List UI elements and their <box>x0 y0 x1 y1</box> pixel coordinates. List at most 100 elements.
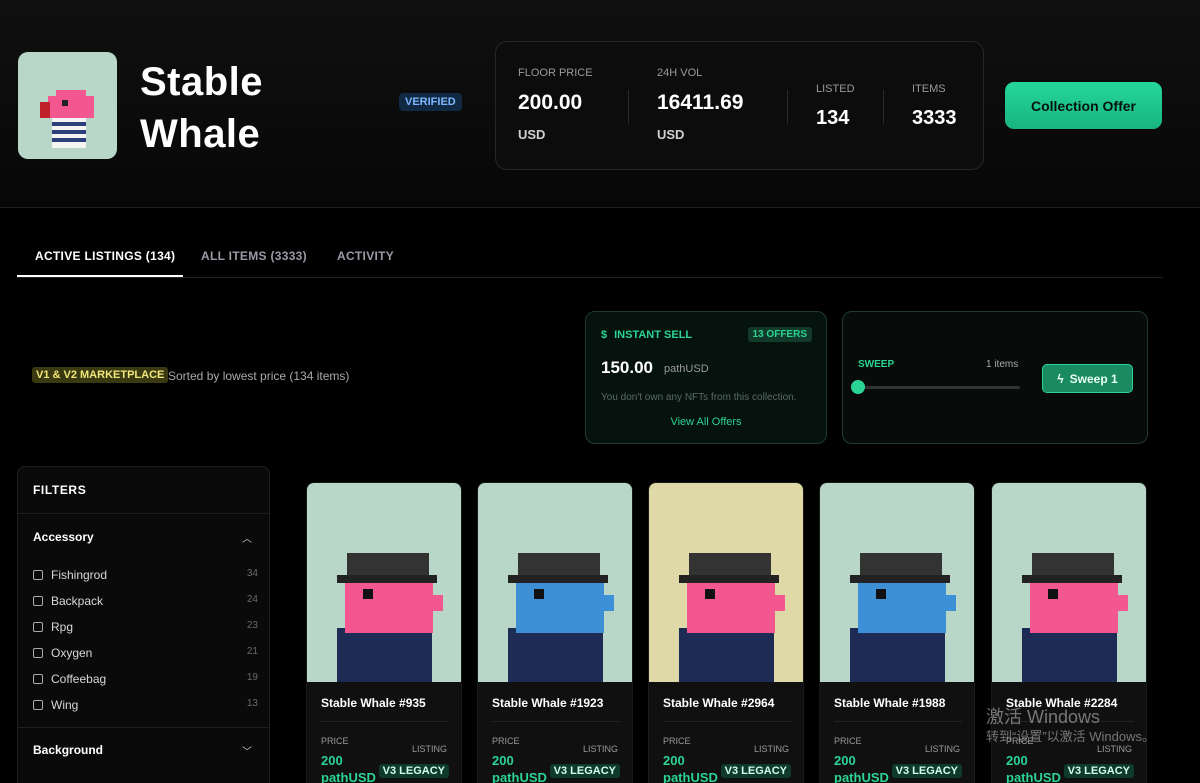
sweep-button[interactable]: ϟ Sweep 1 <box>1042 364 1133 393</box>
filter-option-count: 34 <box>246 568 258 579</box>
nft-card[interactable]: Stable Whale #1988 PRICE LISTING 200 pathUSD… <box>819 482 975 783</box>
art-whale-eye <box>1048 589 1058 599</box>
listed-stat: LISTED 134 <box>816 83 855 130</box>
collection-header: Stable Whale VERIFIED FLOOR PRICE 200.00… <box>0 0 1200 208</box>
volume-unit: USD <box>657 127 685 142</box>
checkbox[interactable] <box>33 622 43 632</box>
filter-option-fishingrod[interactable]: Fishingrod 34 <box>33 567 258 585</box>
art-hat-brim <box>337 575 437 583</box>
sweep-slider-handle[interactable] <box>851 380 865 394</box>
nft-image[interactable] <box>478 483 632 682</box>
art-outfit <box>1022 628 1117 682</box>
tab-activity[interactable]: ACTIVITY <box>337 249 394 263</box>
filter-option-count: 21 <box>246 646 258 657</box>
filter-option-label: Wing <box>51 698 79 712</box>
stats-panel: FLOOR PRICE 200.00 USD 24H VOL 16411.69 … <box>495 41 984 170</box>
divider <box>18 513 269 514</box>
filter-option-label: Backpack <box>51 594 104 608</box>
divider <box>321 721 449 722</box>
nft-currency: pathUSD <box>492 770 547 783</box>
filter-option-label: Fishingrod <box>51 568 108 582</box>
tab-active-listings[interactable]: ACTIVE LISTINGS (134) <box>35 249 175 263</box>
checkbox[interactable] <box>33 596 43 606</box>
listing-label: LISTING <box>924 744 960 754</box>
checkbox[interactable] <box>33 674 43 684</box>
nft-image[interactable] <box>820 483 974 682</box>
nft-price: 200 <box>834 753 856 768</box>
filter-option-oxygen[interactable]: Oxygen 21 <box>33 645 258 663</box>
nft-card[interactable]: Stable Whale #1923 PRICE LISTING 200 pathUSD… <box>477 482 633 783</box>
whale-avatar-image <box>40 90 94 148</box>
volume-label: 24H VOL <box>657 67 703 79</box>
stat-divider <box>628 90 629 124</box>
art-whale-body <box>1030 575 1118 633</box>
filter-section-accessory[interactable]: Accessory <box>33 530 94 544</box>
divider <box>663 721 791 722</box>
listing-type-badge: V3 LEGACY <box>549 764 620 778</box>
price-label: PRICE <box>321 736 349 746</box>
filter-option-backpack[interactable]: Backpack 24 <box>33 593 258 611</box>
price-label: PRICE <box>663 736 691 746</box>
title-line-1: Stable <box>140 60 264 104</box>
nft-card[interactable]: Stable Whale #935 PRICE LISTING 200 pathUSD V… <box>306 482 462 783</box>
stat-divider <box>787 90 788 124</box>
collection-offer-button[interactable]: Collection Offer <box>1005 82 1162 129</box>
checkbox[interactable] <box>33 648 43 658</box>
filter-option-rpg[interactable]: Rpg 23 <box>33 619 258 637</box>
instant-sell-unit: pathUSD <box>664 363 709 375</box>
nft-image[interactable] <box>992 483 1146 682</box>
nft-currency: pathUSD <box>834 770 889 783</box>
art-hat-brim <box>679 575 779 583</box>
listing-label: LISTING <box>582 744 618 754</box>
nft-card[interactable]: Stable Whale #2964 PRICE LISTING 200 pathUSD… <box>648 482 804 783</box>
floor-price-value: 200.00 <box>518 91 583 114</box>
nft-image[interactable] <box>307 483 461 682</box>
collection-avatar <box>18 52 117 159</box>
nft-price: 200 <box>492 753 514 768</box>
verified-badge: VERIFIED <box>399 93 462 111</box>
chevron-down-icon[interactable]: ﹀ <box>242 743 252 758</box>
view-all-offers-link[interactable]: View All Offers <box>586 416 826 428</box>
checkbox[interactable] <box>33 700 43 710</box>
art-whale-body <box>687 575 775 633</box>
price-label: PRICE <box>492 736 520 746</box>
instant-sell-price: 150.00 <box>601 358 653 377</box>
marketplace-tag: V1 & V2 MARKETPLACE <box>32 367 169 383</box>
filter-section-background[interactable]: Background <box>33 743 103 757</box>
nft-name: Stable Whale #935 <box>321 696 426 710</box>
filters-title: FILTERS <box>33 483 87 497</box>
whale-pixel-art <box>649 483 803 682</box>
divider <box>18 727 269 728</box>
art-outfit <box>679 628 774 682</box>
nft-currency: pathUSD <box>1006 770 1061 783</box>
nft-image[interactable] <box>649 483 803 682</box>
art-hat-brim <box>850 575 950 583</box>
items-value: 3333 <box>912 107 957 129</box>
divider <box>492 721 620 722</box>
filter-option-coffeebag[interactable]: Coffeebag 19 <box>33 671 258 689</box>
listed-label: LISTED <box>816 83 855 95</box>
nft-price: 200 <box>1006 753 1028 768</box>
sweep-label: SWEEP <box>858 359 895 370</box>
floor-price-label: FLOOR PRICE <box>518 67 593 79</box>
sweep-slider-track[interactable] <box>857 386 1020 389</box>
divider <box>834 721 962 722</box>
tab-all-items[interactable]: ALL ITEMS (3333) <box>201 249 307 263</box>
listing-type-badge: V3 LEGACY <box>1063 764 1134 778</box>
filter-option-label: Coffeebag <box>51 672 107 686</box>
listing-label: LISTING <box>753 744 789 754</box>
art-outfit <box>508 628 603 682</box>
filter-option-label: Rpg <box>51 620 74 634</box>
collection-title: Stable Whale <box>140 56 263 160</box>
filter-option-wing[interactable]: Wing 13 <box>33 697 258 715</box>
floor-price-stat: FLOOR PRICE 200.00 USD <box>518 67 593 142</box>
chevron-up-icon[interactable]: ︿ <box>242 530 252 545</box>
checkbox[interactable] <box>33 570 43 580</box>
art-outfit <box>850 628 945 682</box>
stat-divider <box>883 90 884 124</box>
price-label: PRICE <box>834 736 862 746</box>
sweep-panel: SWEEP 1 items ϟ Sweep 1 <box>842 311 1148 444</box>
listing-type-badge: V3 LEGACY <box>891 764 962 778</box>
items-label: ITEMS <box>912 83 946 95</box>
art-whale-fin <box>1110 595 1128 611</box>
